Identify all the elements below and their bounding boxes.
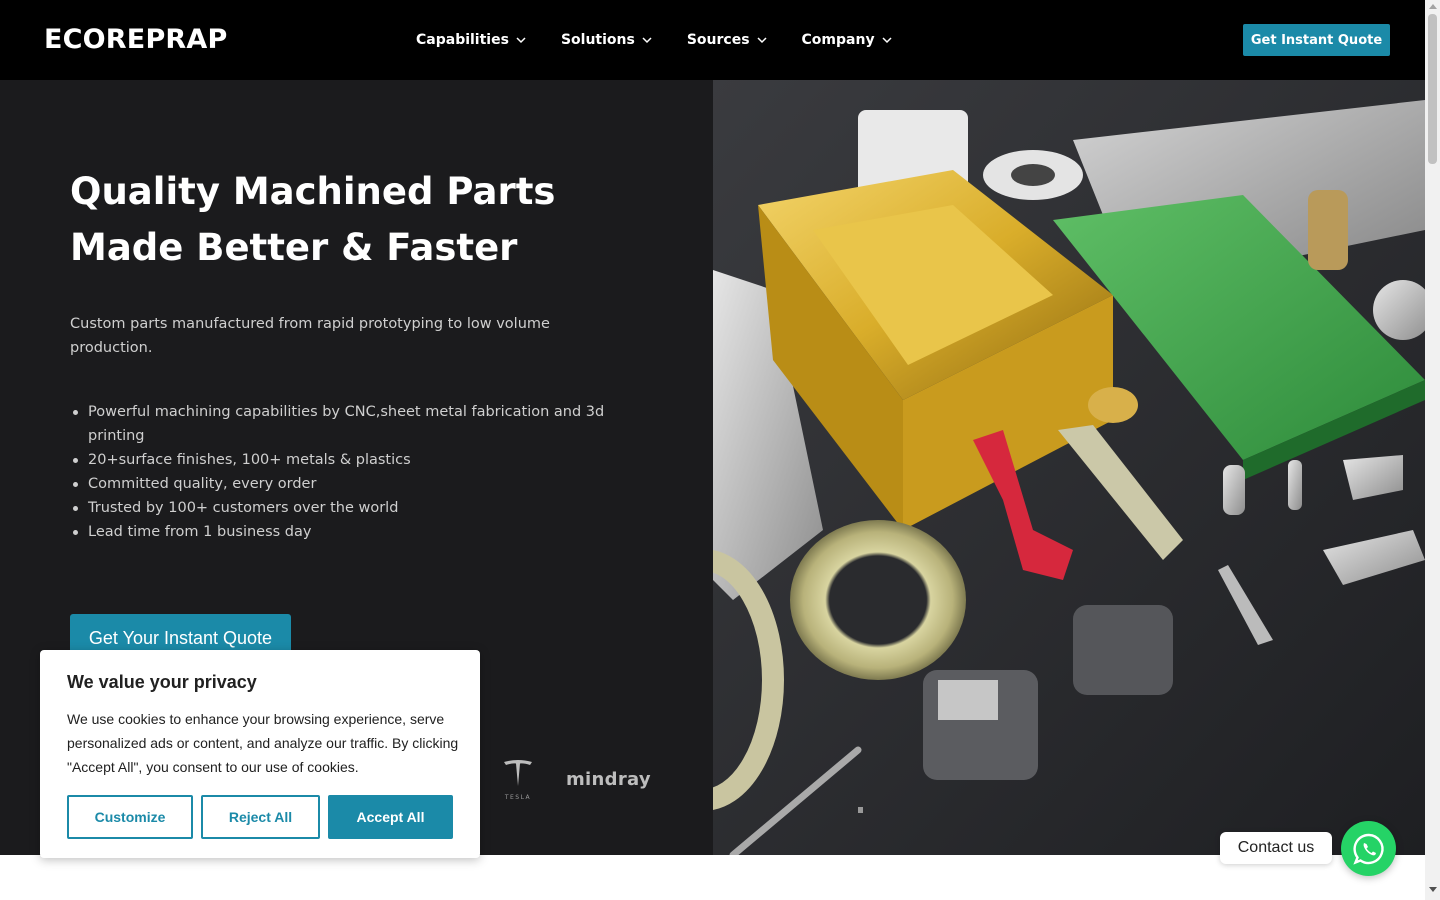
contact-us-label[interactable]: Contact us xyxy=(1220,832,1332,864)
nav-label: Capabilities xyxy=(416,32,509,48)
feature-item: 20+surface finishes, 100+ metals & plast… xyxy=(73,448,648,472)
nav-label: Company xyxy=(801,32,875,48)
machined-parts-photo xyxy=(713,80,1425,855)
nav-sources[interactable]: Sources xyxy=(687,32,768,48)
site-header: ECOREPRAP Capabilities Solutions Sources… xyxy=(0,0,1425,80)
mindray-logo: mindray xyxy=(566,768,651,790)
hero-title: Quality Machined Parts Made Better & Fas… xyxy=(70,164,670,276)
chevron-down-icon xyxy=(882,37,892,44)
hero-title-line-2: Made Better & Faster xyxy=(70,226,518,269)
client-logos: TESLA mindray xyxy=(500,756,651,802)
hero-image xyxy=(713,80,1425,855)
cookie-title: We value your privacy xyxy=(67,672,257,692)
site-logo[interactable]: ECOREPRAP xyxy=(44,24,228,55)
svg-text:TESLA: TESLA xyxy=(504,794,531,801)
scroll-up-arrow-icon[interactable] xyxy=(1429,4,1437,9)
whatsapp-icon xyxy=(1352,833,1384,865)
customize-button[interactable]: Customize xyxy=(67,795,193,839)
chevron-down-icon xyxy=(516,37,526,44)
nav-solutions[interactable]: Solutions xyxy=(561,32,653,48)
nav-company[interactable]: Company xyxy=(802,32,893,48)
chevron-down-icon xyxy=(757,37,767,44)
reject-all-button[interactable]: Reject All xyxy=(201,795,320,839)
feature-item: Lead time from 1 business day xyxy=(73,520,648,544)
get-instant-quote-button[interactable]: Get Instant Quote xyxy=(1243,24,1390,56)
cookie-text: We use cookies to enhance your browsing … xyxy=(67,711,459,775)
cookie-consent-banner: We value your privacy We use cookies to … xyxy=(40,650,480,858)
chevron-down-icon xyxy=(642,37,652,44)
accept-all-button[interactable]: Accept All xyxy=(328,795,453,839)
tesla-logo: TESLA xyxy=(504,760,532,801)
scroll-down-arrow-icon[interactable] xyxy=(1429,887,1437,892)
scrollbar-thumb[interactable] xyxy=(1428,14,1437,164)
feature-item: Committed quality, every order xyxy=(73,472,648,496)
feature-item: Powerful machining capabilities by CNC,s… xyxy=(73,400,648,448)
main-nav: Capabilities Solutions Sources Company xyxy=(416,0,927,80)
scrollbar[interactable] xyxy=(1425,0,1440,900)
nav-capabilities[interactable]: Capabilities xyxy=(416,32,527,48)
whatsapp-button[interactable] xyxy=(1341,821,1396,876)
hero-title-line-1: Quality Machined Parts xyxy=(70,170,556,213)
nav-label: Solutions xyxy=(560,32,635,48)
hero-subtitle: Custom parts manufactured from rapid pro… xyxy=(70,316,550,356)
nav-label: Sources xyxy=(686,32,750,48)
feature-list: Powerful machining capabilities by CNC,s… xyxy=(73,400,648,544)
feature-item: Trusted by 100+ customers over the world xyxy=(73,496,648,520)
